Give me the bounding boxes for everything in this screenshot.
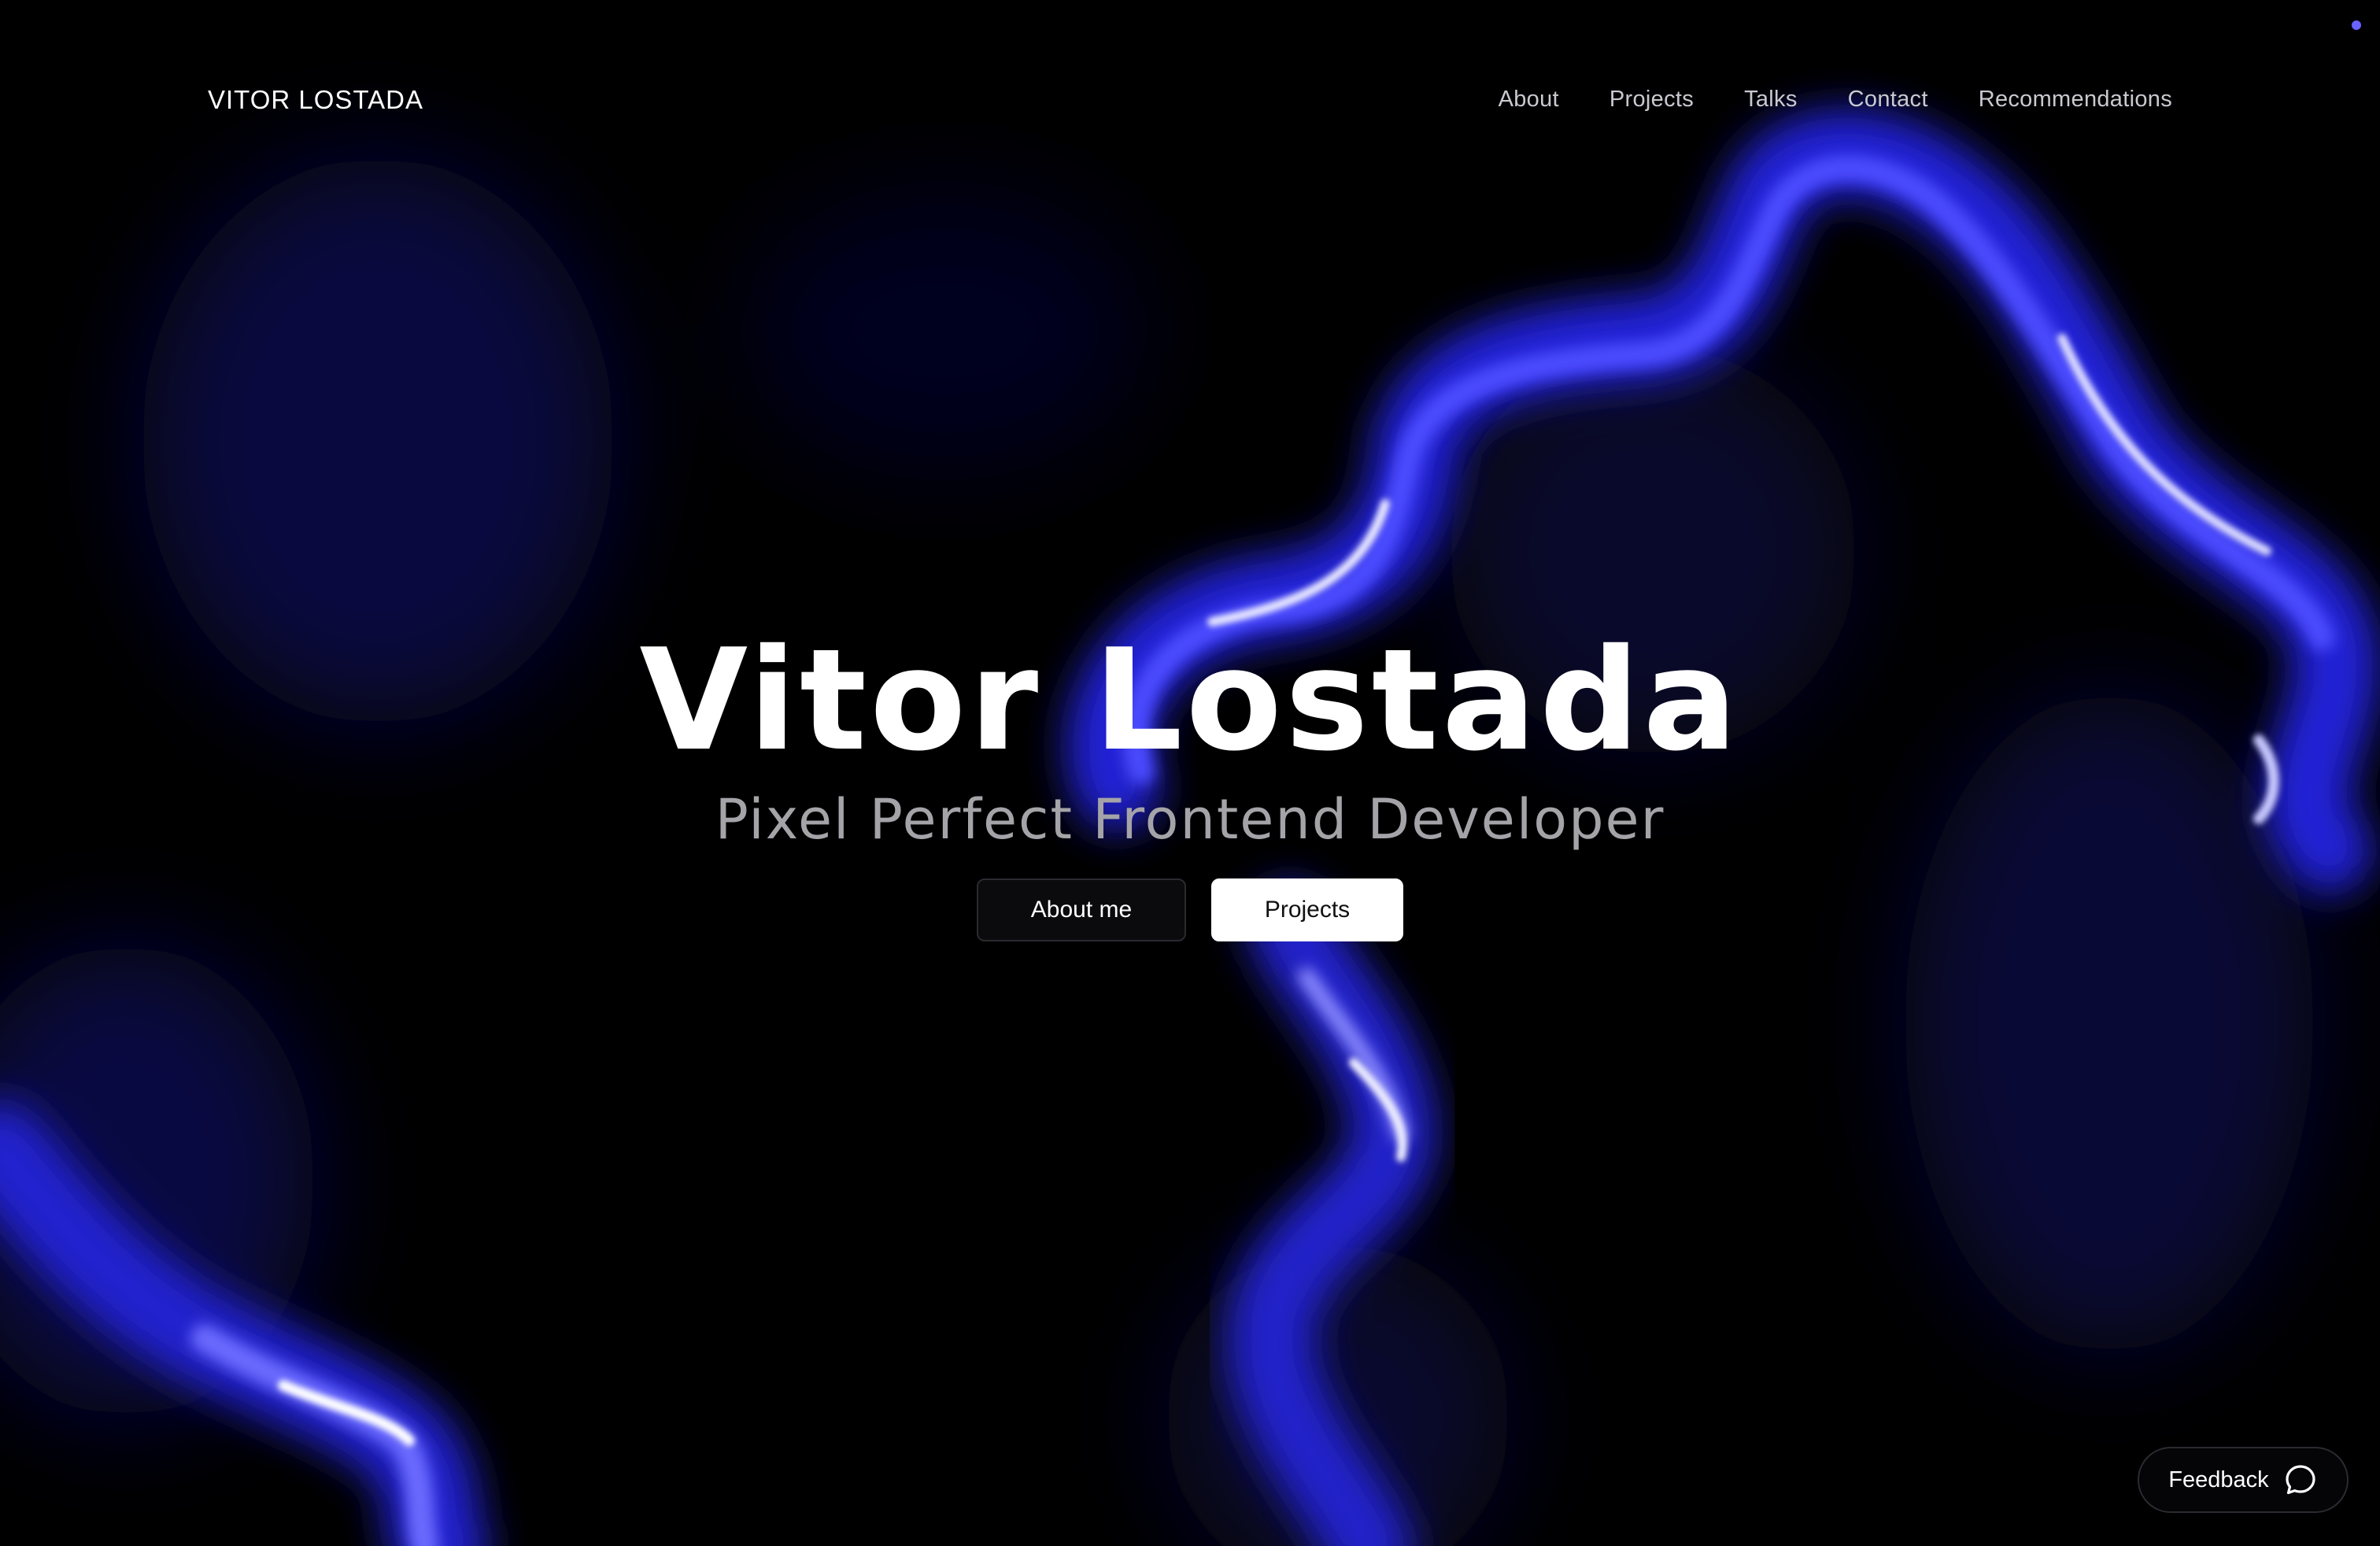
nav-link-projects[interactable]: Projects <box>1609 87 1694 113</box>
top-navigation: VITOR LOSTADA About Projects Talks Conta… <box>0 0 2380 205</box>
status-dot-indicator <box>2352 20 2361 30</box>
projects-button[interactable]: Projects <box>1211 878 1403 941</box>
nav-links: About Projects Talks Contact Recommendat… <box>1499 87 2172 113</box>
feedback-button[interactable]: Feedback <box>2138 1447 2349 1513</box>
about-me-button[interactable]: About me <box>977 878 1186 941</box>
nav-link-contact[interactable]: Contact <box>1848 87 1928 113</box>
hero-section: Vitor Lostada Pixel Perfect Frontend Dev… <box>0 622 2380 941</box>
nav-link-about[interactable]: About <box>1499 87 1559 113</box>
feedback-label: Feedback <box>2168 1466 2269 1492</box>
hero-title: Vitor Lostada <box>639 619 1741 782</box>
chat-bubble-icon <box>2286 1465 2315 1495</box>
hero-actions: About me Projects <box>0 878 2380 941</box>
nav-link-recommendations[interactable]: Recommendations <box>1979 87 2172 113</box>
nav-link-talks[interactable]: Talks <box>1744 87 1798 113</box>
hero-subtitle: Pixel Perfect Frontend Developer <box>715 787 1665 852</box>
site-logo[interactable]: VITOR LOSTADA <box>208 85 423 115</box>
